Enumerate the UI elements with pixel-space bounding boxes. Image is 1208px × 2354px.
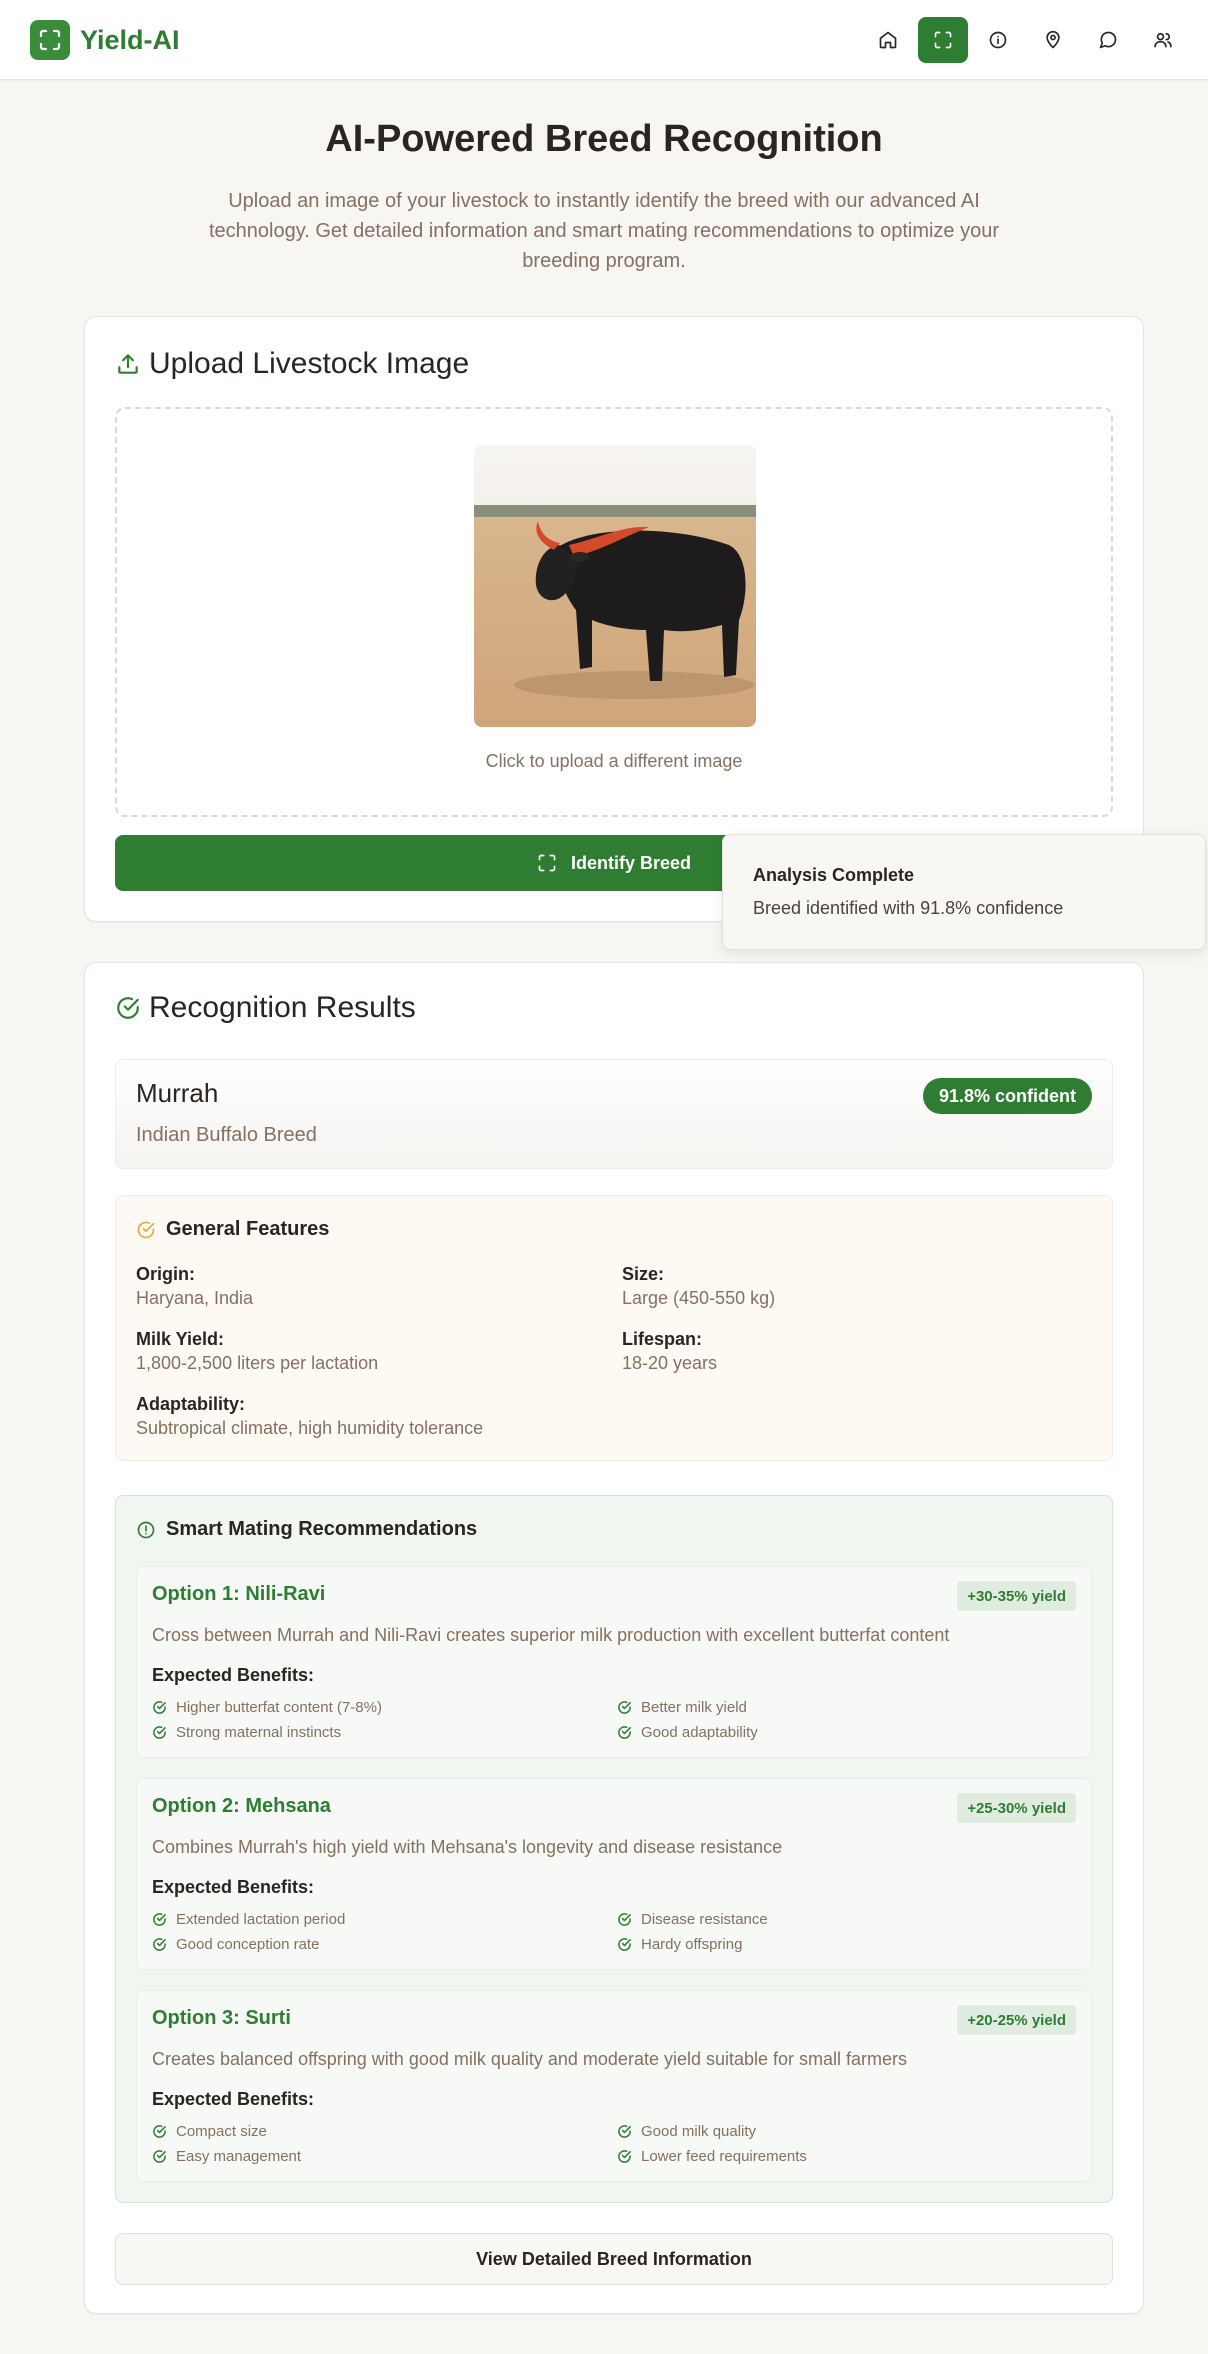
- mating-heading: Smart Mating Recommendations: [136, 1518, 477, 1541]
- benefit-item: Strong maternal instincts: [152, 1724, 341, 1741]
- benefit-item: Good conception rate: [152, 1936, 319, 1953]
- check-circle-icon: [137, 1221, 155, 1238]
- nav-home-button[interactable]: [863, 17, 913, 63]
- benefits-label: Expected Benefits:: [152, 2089, 315, 2109]
- toast-title: Analysis Complete: [753, 865, 915, 885]
- page-subtitle: Upload an image of your livestock to ins…: [208, 190, 1000, 272]
- benefit-item: Lower feed requirements: [617, 2148, 807, 2165]
- upload-card-title: Upload Livestock Image: [115, 347, 469, 381]
- mating-option: Option 3: Surti +20-25% yield Creates ba…: [136, 1990, 1092, 2182]
- general-features: General Features Origin: Haryana, India …: [115, 1195, 1113, 1461]
- nav-chat-button[interactable]: [1083, 17, 1133, 63]
- page-title: AI-Powered Breed Recognition: [325, 118, 883, 160]
- feature-adaptability: Adaptability: Subtropical climate, high …: [136, 1394, 484, 1438]
- benefits-label: Expected Benefits:: [152, 1877, 315, 1897]
- check-circle-icon: [618, 1701, 631, 1714]
- check-circle-icon: [153, 1938, 166, 1951]
- benefit-item: Good adaptability: [617, 1724, 758, 1741]
- check-circle-icon: [153, 1701, 166, 1714]
- breed-result: Murrah Indian Buffalo Breed 91.8% confid…: [115, 1059, 1113, 1169]
- yield-badge: +25-30% yield: [957, 1793, 1076, 1823]
- info-icon: [989, 31, 1007, 49]
- users-icon: [1154, 32, 1172, 48]
- breed-name: Murrah: [136, 1078, 219, 1108]
- results-card: Recognition Results Murrah Indian Buffal…: [84, 962, 1144, 2314]
- confidence-badge: 91.8% confident: [922, 1078, 1092, 1114]
- toast-notification[interactable]: Analysis Complete Breed identified with …: [722, 834, 1206, 950]
- results-card-title: Recognition Results: [115, 991, 416, 1025]
- nav-info-button[interactable]: [973, 17, 1023, 63]
- check-circle-icon: [153, 1913, 166, 1926]
- brand[interactable]: Yield-AI: [30, 20, 180, 60]
- option-description: Creates balanced offspring with good mil…: [152, 2049, 908, 2069]
- check-circle-icon: [618, 1913, 631, 1926]
- option-description: Combines Murrah's high yield with Mehsan…: [152, 1837, 783, 1857]
- benefit-item: Compact size: [152, 2123, 267, 2140]
- benefit-item: Easy management: [152, 2148, 301, 2165]
- option-description: Cross between Murrah and Nili-Ravi creat…: [152, 1625, 950, 1645]
- nav-users-button[interactable]: [1138, 17, 1188, 63]
- nav-scan-button[interactable]: [918, 17, 968, 63]
- yield-badge: +20-25% yield: [957, 2005, 1076, 2035]
- livestock-photo: [474, 445, 756, 727]
- chat-icon: [1099, 31, 1117, 49]
- features-heading: General Features: [136, 1218, 329, 1241]
- check-circle-icon: [618, 2150, 631, 2163]
- benefit-item: Disease resistance: [617, 1911, 768, 1928]
- benefits-label: Expected Benefits:: [152, 1665, 315, 1685]
- check-circle-icon: [153, 2125, 166, 2138]
- benefit-item: Hardy offspring: [617, 1936, 742, 1953]
- home-icon: [879, 31, 897, 49]
- check-circle-icon: [117, 997, 139, 1019]
- benefit-item: Higher butterfat content (7-8%): [152, 1699, 382, 1716]
- feature-size: Size: Large (450-550 kg): [622, 1264, 776, 1308]
- brand-name: Yield-AI: [80, 24, 180, 55]
- scan-icon: [538, 854, 556, 872]
- upload-card: Upload Livestock Image Click to upload a…: [84, 316, 1144, 922]
- feature-lifespan: Lifespan: 18-20 years: [622, 1329, 718, 1373]
- option-title: Option 3: Surti: [152, 2007, 291, 2029]
- scan-icon: [30, 20, 70, 60]
- upload-hint: Click to upload a different image: [485, 751, 743, 771]
- upload-icon: [118, 354, 138, 374]
- check-circle-icon: [153, 2150, 166, 2163]
- nav-map-button[interactable]: [1028, 17, 1078, 63]
- check-circle-icon: [618, 1938, 631, 1951]
- benefit-item: Better milk yield: [617, 1699, 747, 1716]
- nav-bar: [858, 17, 1188, 63]
- option-title: Option 2: Mehsana: [152, 1795, 331, 1817]
- yield-badge: +30-35% yield: [957, 1581, 1076, 1611]
- mating-option: Option 1: Nili-Ravi +30-35% yield Cross …: [136, 1566, 1092, 1758]
- feature-milk-yield: Milk Yield: 1,800-2,500 liters per lacta…: [136, 1329, 379, 1373]
- toast-description: Breed identified with 91.8% confidence: [753, 898, 1064, 918]
- alert-circle-icon: [137, 1521, 155, 1538]
- view-details-button[interactable]: View Detailed Breed Information: [115, 2233, 1113, 2285]
- mating-recommendations: Smart Mating Recommendations Option 1: N…: [115, 1495, 1113, 2203]
- scan-icon: [934, 31, 952, 49]
- option-title: Option 1: Nili-Ravi: [152, 1583, 326, 1605]
- map-pin-icon: [1046, 30, 1060, 49]
- check-circle-icon: [618, 1726, 631, 1739]
- benefit-item: Extended lactation period: [152, 1911, 345, 1928]
- mating-option: Option 2: Mehsana +25-30% yield Combines…: [136, 1778, 1092, 1970]
- image-dropzone[interactable]: Click to upload a different image: [115, 407, 1113, 817]
- top-navbar: Yield-AI: [0, 0, 1208, 80]
- breed-type: Indian Buffalo Breed: [136, 1124, 317, 1146]
- feature-origin: Origin: Haryana, India: [136, 1264, 254, 1308]
- check-circle-icon: [618, 2125, 631, 2138]
- check-circle-icon: [153, 1726, 166, 1739]
- benefit-item: Good milk quality: [617, 2123, 756, 2140]
